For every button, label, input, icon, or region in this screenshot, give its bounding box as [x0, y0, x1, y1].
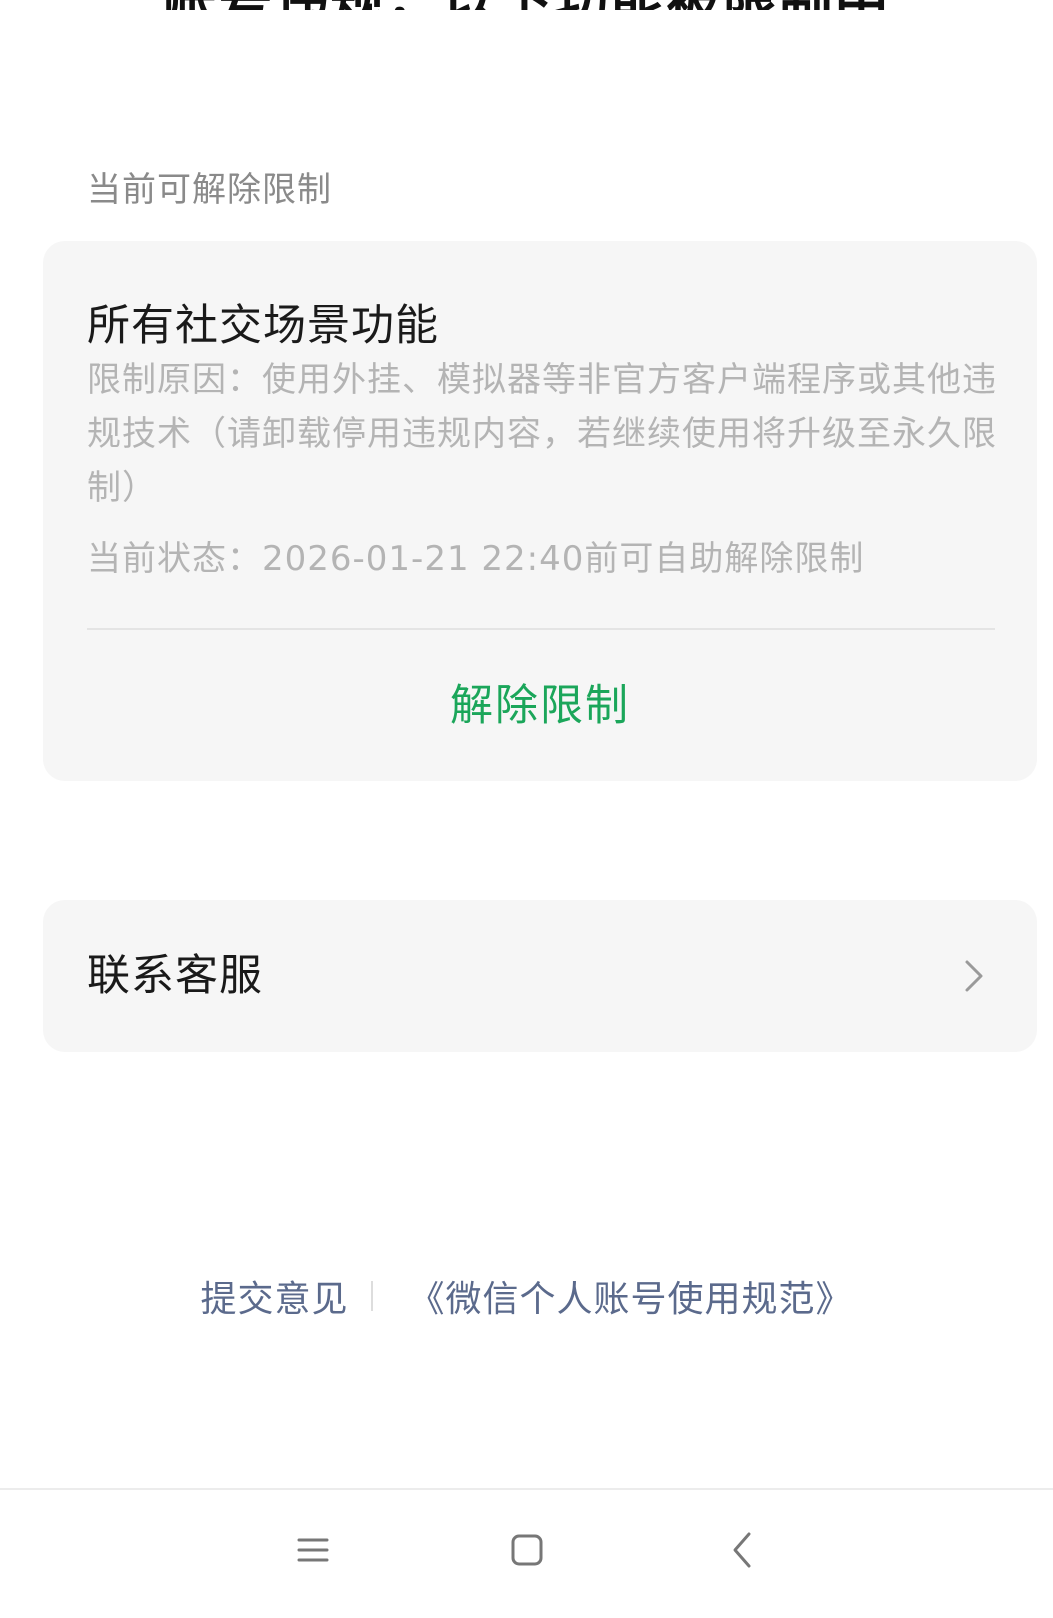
contact-service-item[interactable]: 联系客服: [43, 900, 1037, 1052]
restriction-reason: 限制原因：使用外挂、模拟器等非官方客户端程序或其他违规技术（请卸载停用违规内容，…: [87, 360, 997, 508]
unlock-restriction-button[interactable]: 解除限制: [43, 631, 1037, 781]
chevron-right-icon: [965, 960, 983, 992]
card-divider: [87, 628, 995, 630]
restriction-card: 所有社交场景功能 限制原因：使用外挂、模拟器等非官方客户端程序或其他违规技术（请…: [43, 241, 1037, 781]
menu-icon[interactable]: [283, 1520, 343, 1580]
home-square-icon[interactable]: [497, 1520, 557, 1580]
system-nav-bar: [0, 1490, 1053, 1618]
usage-policy-link[interactable]: 《微信个人账号使用规范》: [409, 1270, 853, 1322]
restriction-status: 当前状态：2026-01-21 22:40前可自助解除限制: [87, 539, 865, 579]
footer-divider: [370, 1281, 373, 1311]
submit-feedback-link[interactable]: 提交意见: [200, 1270, 348, 1322]
contact-service-label: 联系客服: [87, 951, 263, 1001]
page-title: 账号违规，以下功能被限制中: [0, 0, 1053, 10]
restriction-title: 所有社交场景功能: [87, 301, 439, 351]
footer-links: 提交意见 《微信个人账号使用规范》: [0, 1270, 1053, 1322]
back-chevron-icon[interactable]: [713, 1520, 773, 1580]
section-label: 当前可解除限制: [87, 170, 332, 210]
